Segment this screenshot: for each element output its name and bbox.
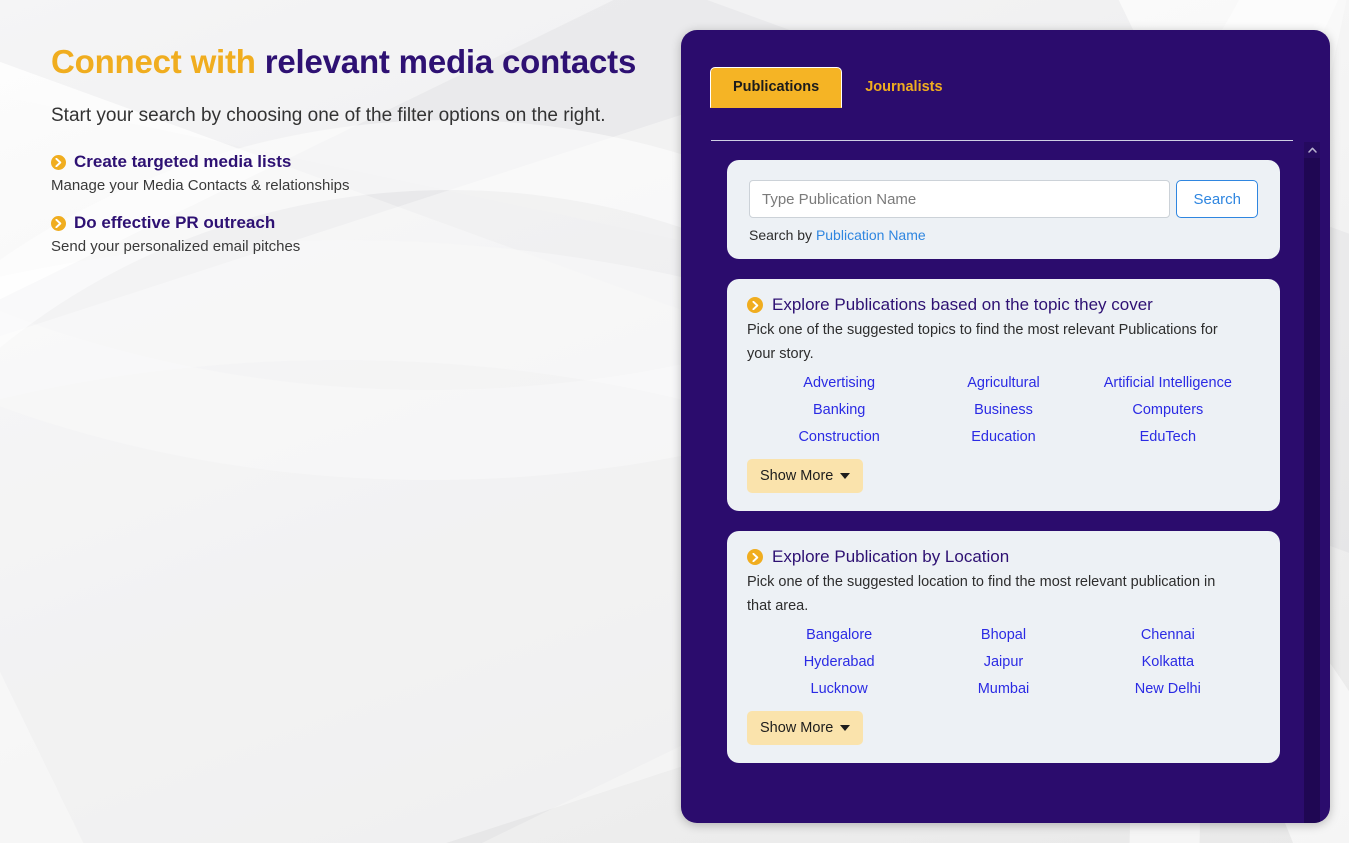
topic-chip[interactable]: Education (971, 429, 1036, 445)
chevron-circle-right-icon (51, 215, 66, 231)
topic-chip-grid: Advertising Agricultural Artificial Inte… (747, 375, 1260, 445)
card-title-row: Explore Publications based on the topic … (747, 295, 1260, 315)
search-input[interactable] (749, 180, 1171, 218)
caret-down-icon (840, 473, 851, 480)
tab-divider (711, 140, 1293, 141)
panel-scroll-area: Search Search by Publication Name Explor… (681, 142, 1300, 803)
caret-down-icon (840, 725, 851, 732)
chevron-circle-right-icon (747, 549, 763, 566)
location-chip[interactable]: Jaipur (984, 654, 1024, 670)
search-row: Search (749, 180, 1258, 218)
chevron-circle-right-icon (747, 297, 763, 313)
topic-chip[interactable]: Business (974, 402, 1033, 418)
show-more-topics-button[interactable]: Show More (747, 459, 864, 494)
location-chip-grid: Bangalore Bhopal Chennai Hyderabad Jaipu… (747, 627, 1260, 697)
location-chip[interactable]: Mumbai (978, 681, 1030, 697)
search-hint-prefix: Search by (749, 227, 816, 243)
search-card: Search Search by Publication Name (727, 160, 1280, 259)
explore-by-topic-card: Explore Publications based on the topic … (727, 279, 1280, 512)
filter-panel: Publications Journalists Search Search b… (681, 30, 1330, 823)
location-chip[interactable]: Lucknow (811, 681, 868, 697)
location-chip[interactable]: Kolkatta (1142, 654, 1194, 670)
page-title: Connect with relevant media contacts (51, 34, 651, 89)
hero-section: Connect with relevant media contacts Sta… (51, 34, 651, 274)
tab-bar: Publications Journalists (710, 67, 966, 108)
feature-heading-text: Create targeted media lists (74, 152, 292, 172)
feature-create-media-lists: Create targeted media lists Manage your … (51, 152, 651, 196)
topic-chip[interactable]: Computers (1132, 402, 1203, 418)
card-title-text: Explore Publications based on the topic … (772, 295, 1153, 314)
card-title-row: Explore Publication by Location (747, 547, 1260, 567)
chevron-circle-right-icon (51, 154, 66, 170)
card-description: Pick one of the suggested topics to find… (747, 322, 1218, 363)
panel-scrollbar[interactable] (1304, 142, 1320, 823)
feature-heading-text: Do effective PR outreach (74, 213, 276, 233)
feature-subtext: Manage your Media Contacts & relationshi… (51, 177, 350, 195)
search-by-publication-name-link[interactable]: Publication Name (816, 227, 926, 243)
scrollbar-up-button[interactable] (1304, 142, 1320, 158)
search-hint: Search by Publication Name (749, 227, 1258, 243)
location-chip[interactable]: Bhopal (981, 627, 1026, 643)
tab-journalists[interactable]: Journalists (842, 67, 965, 108)
tab-publications[interactable]: Publications (710, 67, 843, 108)
feature-pr-outreach: Do effective PR outreach Send your perso… (51, 213, 651, 257)
feature-heading-row: Do effective PR outreach (51, 213, 651, 233)
feature-heading-row: Create targeted media lists (51, 152, 651, 172)
location-chip[interactable]: Bangalore (806, 627, 872, 643)
search-button[interactable]: Search (1176, 180, 1258, 218)
location-chip[interactable]: New Delhi (1135, 681, 1201, 697)
card-description: Pick one of the suggested location to fi… (747, 574, 1216, 615)
hero-subtitle: Start your search by choosing one of the… (51, 105, 606, 127)
location-chip[interactable]: Hyderabad (804, 654, 875, 670)
feature-subtext: Send your personalized email pitches (51, 238, 301, 256)
explore-by-location-card: Explore Publication by Location Pick one… (727, 531, 1280, 764)
topic-chip[interactable]: Artificial Intelligence (1104, 375, 1232, 391)
topic-chip[interactable]: Banking (813, 402, 865, 418)
page-title-rest: relevant media contacts (255, 43, 637, 80)
topic-chip[interactable]: Agricultural (967, 375, 1040, 391)
topic-chip[interactable]: Construction (798, 429, 879, 445)
show-more-locations-button[interactable]: Show More (747, 711, 864, 746)
show-more-label: Show More (760, 468, 834, 485)
topic-chip[interactable]: EduTech (1140, 429, 1196, 445)
card-title-text: Explore Publication by Location (772, 547, 1010, 567)
page-title-accent: Connect with (51, 43, 256, 80)
show-more-label: Show More (760, 720, 834, 737)
location-chip[interactable]: Chennai (1141, 627, 1195, 643)
topic-chip[interactable]: Advertising (803, 375, 875, 391)
